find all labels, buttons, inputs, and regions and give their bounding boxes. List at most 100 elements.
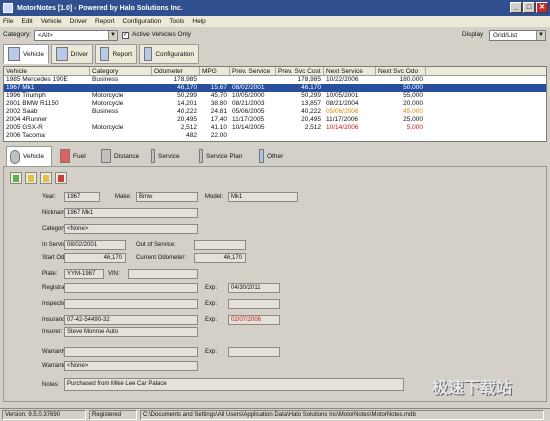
warranty-field[interactable]: [64, 347, 198, 357]
table-row[interactable]: 1967 Mk1 46,170 15.67 08/02/2001 46,170 50,00…: [4, 84, 546, 92]
vehicle-grid[interactable]: Vehicle Category Odometer MPG Prev. Serv…: [3, 66, 547, 142]
delete-icon: [58, 175, 64, 182]
column-header[interactable]: Category: [90, 67, 152, 75]
table-cell-mpg: 38.80: [210, 100, 227, 107]
menu-configuration[interactable]: Configuration: [123, 18, 162, 25]
tab-vehicle[interactable]: Vehicle: [3, 44, 49, 64]
tab-report[interactable]: Report: [95, 44, 137, 64]
app-icon: [3, 3, 13, 13]
tab-vehicle-label: Vehicle: [23, 50, 44, 58]
chevron-down-icon: ▼: [536, 31, 545, 40]
tab-service[interactable]: Service: [148, 146, 190, 166]
table-cell-prev-cost: 2,512: [304, 124, 321, 131]
status-bar: Version: 9.5.0.37690 Registered C:\Docum…: [0, 408, 550, 421]
category-filter-value: <All>: [38, 32, 53, 39]
table-cell-category: Motorcycle: [92, 124, 124, 131]
current-odometer-field[interactable]: 46,170: [194, 253, 246, 263]
menu-report[interactable]: Report: [95, 18, 115, 25]
inspection-exp-label: Exp:: [205, 301, 218, 307]
table-row[interactable]: 1996 Triumph Motorcycle 50,299 45.70 10/05/2…: [4, 92, 546, 100]
nickname-field[interactable]: 1967 Mk1: [64, 208, 198, 218]
menu-file[interactable]: File: [3, 18, 13, 25]
column-header[interactable]: Prev. Svc Cost: [276, 67, 324, 75]
menu-driver[interactable]: Driver: [70, 18, 87, 25]
table-row[interactable]: 2006 Tacoma 482 22.00: [4, 132, 546, 140]
wrench-icon: [151, 149, 155, 163]
model-field[interactable]: Mk1: [228, 192, 298, 202]
menu-vehicle[interactable]: Vehicle: [41, 18, 62, 25]
road-icon: [101, 149, 111, 163]
copy-record-button[interactable]: [40, 172, 52, 184]
tab-configuration[interactable]: Configuration: [139, 44, 199, 64]
registration-field[interactable]: [64, 283, 198, 293]
menu-edit[interactable]: Edit: [21, 18, 32, 25]
table-cell-prev-service: [230, 132, 276, 140]
insurance-exp-field[interactable]: 02/07/2006: [228, 315, 280, 325]
menu-tools[interactable]: Tools: [169, 18, 184, 25]
tab-configuration-label: Configuration: [155, 50, 194, 58]
registration-exp-field[interactable]: 04/30/2011: [228, 283, 280, 293]
display-value: Grid/List: [493, 32, 518, 39]
table-row[interactable]: 2002 Saab Business 40,222 24.81 05/06/2005 40…: [4, 108, 546, 116]
minimize-button[interactable]: _: [510, 2, 522, 13]
tab-detail-vehicle-label: Vehicle: [23, 153, 44, 160]
edit-record-button[interactable]: [25, 172, 37, 184]
inspection-field[interactable]: [64, 299, 198, 309]
column-header[interactable]: Prev. Service: [230, 67, 276, 75]
tab-distance[interactable]: Distance: [98, 146, 144, 166]
table-cell-prev-cost: 46,170: [301, 84, 321, 91]
table-cell-prev-service: 10/14/2005: [232, 124, 265, 131]
inspection-exp-field[interactable]: [228, 299, 280, 309]
plate-field[interactable]: YYM-1987: [64, 269, 104, 279]
table-row[interactable]: 2001 BMW R1150 Motorcycle 14,201 38.80 08/21…: [4, 100, 546, 108]
table-cell-next-service: 10/05/2001: [326, 92, 359, 99]
table-cell-next-service: 10/14/2006: [326, 124, 359, 131]
active-only-checkbox[interactable]: ✓: [122, 32, 129, 39]
category-filter-select[interactable]: <All> ▼: [34, 30, 118, 41]
person-icon: [56, 47, 68, 61]
display-select[interactable]: Grid/List ▼: [489, 30, 546, 41]
tab-driver[interactable]: Driver: [51, 44, 93, 64]
insurer-field[interactable]: Steve Monroe Auto: [64, 327, 198, 337]
add-record-button[interactable]: [10, 172, 22, 184]
column-header[interactable]: Next Svc Odo: [376, 67, 426, 75]
table-cell-next-service: [324, 84, 376, 92]
column-header[interactable]: Odometer: [152, 67, 200, 75]
warranty-exp-field[interactable]: [228, 347, 280, 357]
table-cell-vehicle: 2006 Tacoma: [6, 132, 45, 139]
insurance-field[interactable]: 07-42-54490-32: [64, 315, 198, 325]
close-button[interactable]: ✕: [536, 2, 548, 13]
column-header[interactable]: Vehicle: [4, 67, 90, 75]
edit-icon: [28, 175, 34, 182]
warrantor-field[interactable]: <None>: [64, 361, 198, 371]
table-row[interactable]: 1985 Mercedes 190E Business 178,985 178,985…: [4, 76, 546, 84]
vin-field[interactable]: [128, 269, 198, 279]
start-odometer-field[interactable]: 46,170: [64, 253, 126, 263]
column-header[interactable]: Next Service: [324, 67, 376, 75]
menu-bar: File Edit Vehicle Driver Report Configur…: [0, 16, 550, 27]
display-label: Display: [462, 31, 484, 38]
delete-record-button[interactable]: [55, 172, 67, 184]
notes-field[interactable]: Purchased from Mike Lee Car Palace: [64, 378, 404, 391]
table-cell-prev-service: 05/06/2005: [232, 108, 265, 115]
year-field[interactable]: 1967: [64, 192, 100, 202]
table-cell-next-service: 11/17/2006: [326, 116, 359, 123]
table-row[interactable]: 2004 4Runner 20,495 17.40 11/17/2005 20,495 1…: [4, 116, 546, 124]
tab-detail-vehicle[interactable]: Vehicle: [6, 146, 52, 166]
gear-icon: [10, 149, 20, 164]
tab-service-plan-label: Service Plan: [206, 152, 243, 160]
category-field[interactable]: <None>: [64, 224, 198, 234]
table-cell-category: [90, 132, 152, 140]
out-service-field[interactable]: [194, 240, 246, 250]
tab-other[interactable]: Other: [256, 146, 294, 166]
tab-service-plan[interactable]: Service Plan: [196, 146, 252, 166]
report-icon: [100, 47, 110, 61]
column-header[interactable]: MPG: [200, 67, 230, 75]
bottle-icon: [259, 149, 264, 163]
menu-help[interactable]: Help: [192, 18, 205, 25]
table-row[interactable]: 2005 GSX-R Motorcycle 2,512 41.10 10/14/2005…: [4, 124, 546, 132]
in-service-field[interactable]: 08/02/2001: [64, 240, 126, 250]
tab-fuel[interactable]: Fuel: [57, 146, 97, 166]
maximize-button[interactable]: □: [523, 2, 535, 13]
make-field[interactable]: Bmw: [136, 192, 198, 202]
